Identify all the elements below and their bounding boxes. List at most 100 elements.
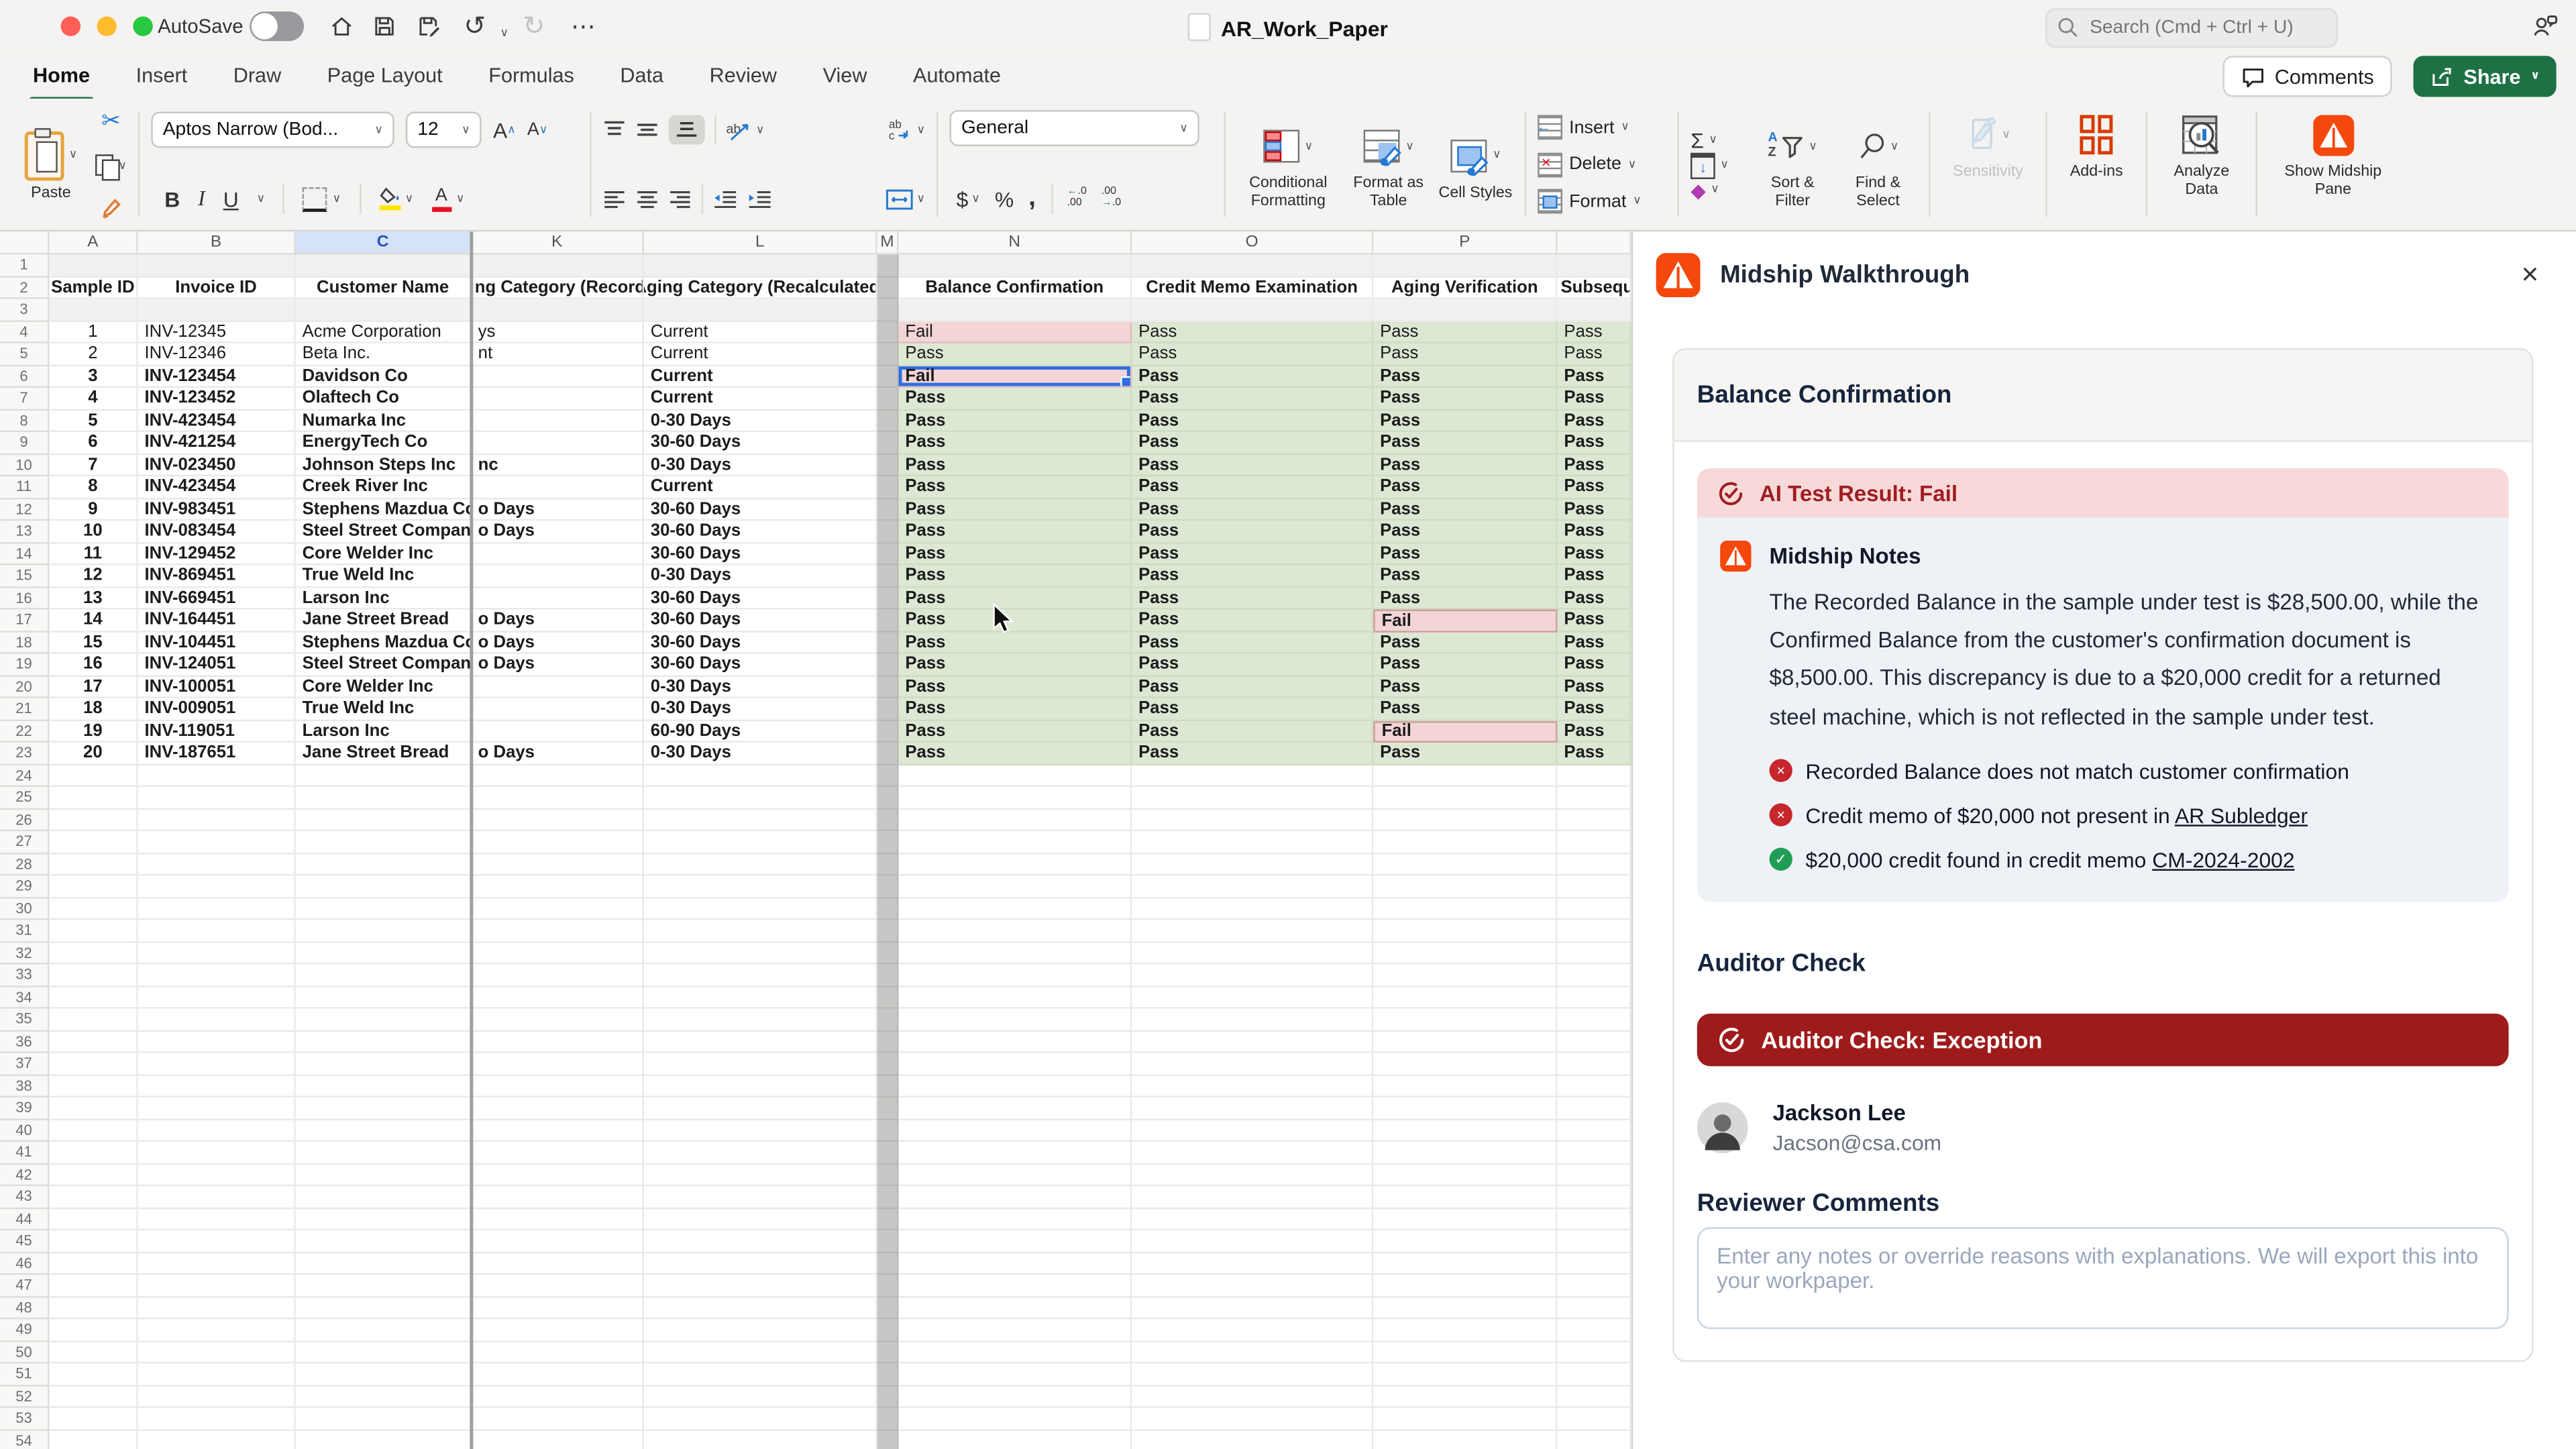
- cell-M28[interactable]: [877, 853, 899, 875]
- cell-L3[interactable]: [644, 299, 877, 321]
- cell-L13[interactable]: 30-60 Days: [644, 521, 877, 543]
- cell-O53[interactable]: [1132, 1408, 1373, 1430]
- row-header-33[interactable]: 33: [0, 965, 49, 987]
- cell-L29[interactable]: [644, 875, 877, 898]
- cell-C28[interactable]: [296, 853, 472, 875]
- cell-Q36[interactable]: [1558, 1031, 1631, 1053]
- cell-P53[interactable]: [1373, 1408, 1557, 1430]
- cell-M33[interactable]: [877, 965, 899, 987]
- cell-Q52[interactable]: [1558, 1386, 1631, 1408]
- cell-B29[interactable]: [138, 875, 296, 898]
- cell-C50[interactable]: [296, 1342, 472, 1364]
- cell-B16[interactable]: INV-669451: [138, 588, 296, 610]
- cell-K31[interactable]: [472, 920, 644, 942]
- cell-B12[interactable]: INV-983451: [138, 498, 296, 521]
- conditional-formatting-button[interactable]: ∨ Conditional Formatting: [1237, 117, 1339, 212]
- cell-L53[interactable]: [644, 1408, 877, 1430]
- cell-A26[interactable]: [49, 809, 138, 831]
- cell-C8[interactable]: Numarka Inc: [296, 410, 472, 432]
- cell-K16[interactable]: [472, 588, 644, 610]
- align-center-icon[interactable]: [636, 189, 659, 209]
- cell-L25[interactable]: [644, 787, 877, 809]
- search-box[interactable]: [2045, 8, 2338, 48]
- cell-M49[interactable]: [877, 1320, 899, 1342]
- cell-M38[interactable]: [877, 1075, 899, 1097]
- row-header-2[interactable]: 2: [0, 277, 49, 299]
- number-format-select[interactable]: General∨: [950, 110, 1199, 146]
- cell-Q26[interactable]: [1558, 809, 1631, 831]
- cell-A44[interactable]: [49, 1208, 138, 1230]
- cell-M29[interactable]: [877, 875, 899, 898]
- cell-N31[interactable]: [899, 920, 1132, 942]
- cell-L18[interactable]: 30-60 Days: [644, 632, 877, 654]
- cell-P35[interactable]: [1373, 1009, 1557, 1031]
- cell-M27[interactable]: [877, 831, 899, 853]
- finding-link[interactable]: AR Subledger: [2175, 803, 2308, 828]
- cell-P48[interactable]: [1373, 1297, 1557, 1319]
- cell-L30[interactable]: [644, 898, 877, 920]
- cell-C13[interactable]: Steel Street Company: [296, 521, 472, 543]
- cell-P38[interactable]: [1373, 1075, 1557, 1097]
- cell-P16[interactable]: Pass: [1373, 588, 1557, 610]
- cell-Q4[interactable]: Pass: [1558, 321, 1631, 343]
- cell-C32[interactable]: [296, 942, 472, 964]
- cell-K22[interactable]: [472, 720, 644, 743]
- cell-M25[interactable]: [877, 787, 899, 809]
- tab-draw[interactable]: Draw: [210, 52, 304, 99]
- cell-M40[interactable]: [877, 1120, 899, 1142]
- cell-A52[interactable]: [49, 1386, 138, 1408]
- decrease-decimal-icon[interactable]: .00→.0: [1102, 188, 1121, 210]
- increase-decimal-icon[interactable]: ←.0.00: [1067, 188, 1087, 210]
- row-header-48[interactable]: 48: [0, 1297, 49, 1319]
- cell-B25[interactable]: [138, 787, 296, 809]
- cell-M52[interactable]: [877, 1386, 899, 1408]
- row-header-17[interactable]: 17: [0, 610, 49, 632]
- cell-B48[interactable]: [138, 1297, 296, 1319]
- cell-P46[interactable]: [1373, 1252, 1557, 1275]
- cell-C6[interactable]: Davidson Co: [296, 366, 472, 388]
- cell-Q29[interactable]: [1558, 875, 1631, 898]
- row-header-1[interactable]: 1: [0, 255, 49, 277]
- fill-down-icon[interactable]: ↓∨: [1690, 152, 1729, 178]
- copy-icon[interactable]: ∨: [95, 154, 127, 178]
- cell-Q39[interactable]: [1558, 1097, 1631, 1120]
- cell-C34[interactable]: [296, 987, 472, 1009]
- cell-L9[interactable]: 30-60 Days: [644, 432, 877, 454]
- cell-M6[interactable]: [877, 366, 899, 388]
- cell-N30[interactable]: [899, 898, 1132, 920]
- cell-P24[interactable]: [1373, 765, 1557, 787]
- cell-N1[interactable]: [899, 255, 1132, 277]
- cell-C36[interactable]: [296, 1031, 472, 1053]
- cell-L7[interactable]: Current: [644, 388, 877, 410]
- cell-C14[interactable]: Core Welder Inc: [296, 543, 472, 565]
- cell-B40[interactable]: [138, 1120, 296, 1142]
- cell-O15[interactable]: Pass: [1132, 565, 1373, 587]
- cell-C15[interactable]: True Weld Inc: [296, 565, 472, 587]
- cell-P50[interactable]: [1373, 1342, 1557, 1364]
- row-header-27[interactable]: 27: [0, 831, 49, 853]
- column-header-A[interactable]: A: [49, 231, 138, 254]
- cell-N47[interactable]: [899, 1275, 1132, 1297]
- cell-A48[interactable]: [49, 1297, 138, 1319]
- cell-M7[interactable]: [877, 388, 899, 410]
- row-header-34[interactable]: 34: [0, 987, 49, 1009]
- column-header-K[interactable]: K: [472, 231, 644, 254]
- cell-L32[interactable]: [644, 942, 877, 964]
- cell-N45[interactable]: [899, 1230, 1132, 1252]
- cell-A8[interactable]: 5: [49, 410, 138, 432]
- cell-K54[interactable]: [472, 1430, 644, 1449]
- cell-K7[interactable]: [472, 388, 644, 410]
- cell-K28[interactable]: [472, 853, 644, 875]
- cell-styles-button[interactable]: ∨ Cell Styles: [1438, 125, 1513, 203]
- cell-Q50[interactable]: [1558, 1342, 1631, 1364]
- cell-K37[interactable]: [472, 1053, 644, 1075]
- cell-K35[interactable]: [472, 1009, 644, 1031]
- cell-K5[interactable]: nt: [472, 343, 644, 366]
- cell-L54[interactable]: [644, 1430, 877, 1449]
- cell-A15[interactable]: 12: [49, 565, 138, 587]
- cell-Q33[interactable]: [1558, 965, 1631, 987]
- tab-page-layout[interactable]: Page Layout: [304, 52, 465, 99]
- cell-O48[interactable]: [1132, 1297, 1373, 1319]
- cell-B49[interactable]: [138, 1320, 296, 1342]
- row-header-42[interactable]: 42: [0, 1164, 49, 1186]
